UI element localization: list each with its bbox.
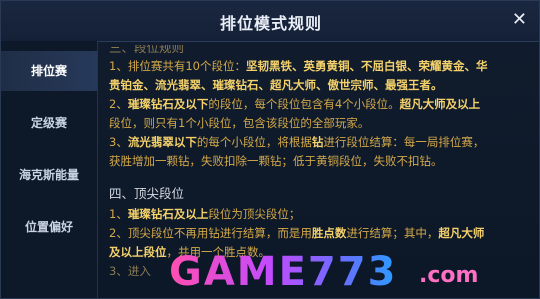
rule1-line2: 贵铂金、流光翡翠、璀璨钻石、超凡大师、傲世宗师、最强王者。	[109, 78, 443, 92]
section3-title: 三、段位规则	[109, 45, 185, 55]
rule3-line2: 获胜增加一颗钻，失败扣除一颗钻；低于黄铜段位，失败不扣钻。	[109, 154, 443, 168]
top-rule3: 3、进入	[109, 264, 151, 278]
watermark-logo: GAME773	[169, 249, 398, 295]
tab-hextech-energy[interactable]: 海克斯能量	[1, 155, 97, 195]
close-icon[interactable]: ✕	[512, 9, 527, 30]
rule3-line1: 3、流光翡翠以下的每个小段位，将根据钻进行段位结算：每一局排位赛，	[109, 135, 485, 149]
top-rule1: 1、璀璨钻石及以上段位为顶尖段位；	[109, 207, 301, 221]
tab-placement[interactable]: 定级赛	[1, 103, 97, 143]
rules-dialog: 排位模式规则 ✕ 排位赛 定级赛 海克斯能量 位置偏好 三、段位规则 1、排位赛…	[0, 0, 540, 299]
rule1-line1: 1、排位赛共有10个段位：坚韧黑铁、英勇黄铜、不屈白银、荣耀黄金、华	[109, 59, 488, 73]
tab-position-preference[interactable]: 位置偏好	[1, 207, 97, 247]
watermark-suffix: .com	[419, 263, 479, 288]
top-rule2-line1: 2、顶尖段位不再用钻进行结算，而是用胜点数进行结算；其中，超凡大师	[109, 226, 485, 240]
rule2-line2: 段位，则只有1个小段位，包含该段位的全部玩家。	[109, 116, 370, 130]
sidebar: 排位赛 定级赛 海克斯能量 位置偏好	[1, 41, 98, 298]
tab-ranked[interactable]: 排位赛	[1, 51, 97, 91]
dialog-title: 排位模式规则	[219, 14, 322, 33]
section4-title: 四、顶尖段位	[109, 186, 185, 201]
title-bar: 排位模式规则 ✕	[1, 1, 539, 42]
rule2-line1: 2、璀璨钻石及以下的段位，每个段位包含有4个小段位。超凡大师及以上	[109, 97, 481, 111]
